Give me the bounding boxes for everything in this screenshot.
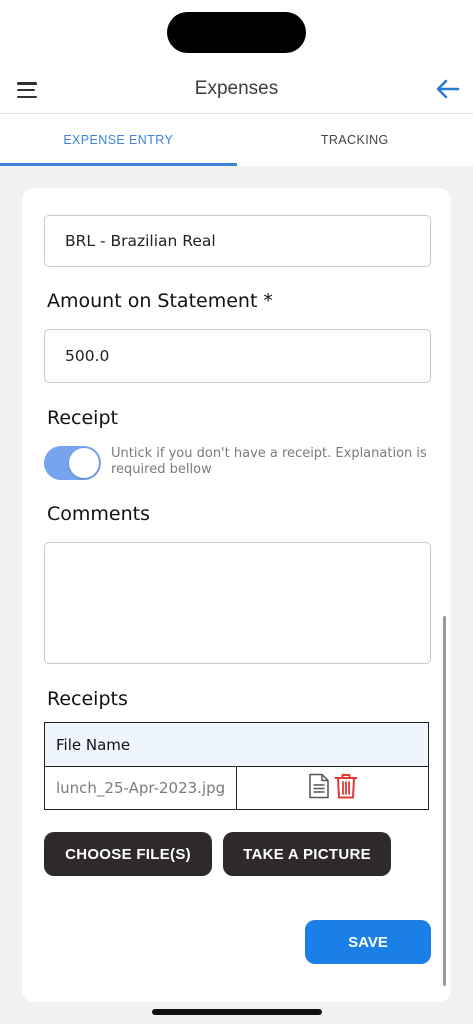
expense-form-card: BRL - Brazilian Real Amount on Statement… bbox=[22, 188, 451, 1002]
tab-bar: EXPENSE ENTRY TRACKING bbox=[0, 114, 473, 166]
receipt-label: Receipt bbox=[47, 407, 118, 429]
toggle-knob bbox=[69, 448, 99, 478]
tab-expense-entry[interactable]: EXPENSE ENTRY bbox=[0, 114, 237, 166]
comments-label: Comments bbox=[47, 503, 150, 525]
page-title: Expenses bbox=[194, 78, 279, 99]
receipts-label: Receipts bbox=[47, 688, 128, 710]
table-row: lunch_25-Apr-2023.jpg bbox=[45, 767, 428, 809]
trash-icon[interactable] bbox=[334, 773, 358, 804]
save-button[interactable]: SAVE bbox=[305, 920, 431, 964]
file-name-cell: lunch_25-Apr-2023.jpg bbox=[45, 767, 237, 809]
document-icon[interactable] bbox=[308, 773, 330, 804]
comments-textarea[interactable] bbox=[44, 542, 431, 664]
receipt-toggle[interactable] bbox=[44, 446, 101, 480]
amount-value: 500.0 bbox=[65, 347, 110, 365]
receipts-table: File Name lunch_25-Apr-2023.jpg bbox=[44, 722, 429, 810]
take-picture-button[interactable]: TAKE A PICTURE bbox=[223, 832, 391, 876]
home-indicator bbox=[152, 1009, 322, 1015]
tab-tracking[interactable]: TRACKING bbox=[237, 114, 473, 166]
dynamic-island bbox=[167, 12, 306, 53]
header-area: Expenses EXPENSE ENTRY TRACKING bbox=[0, 0, 473, 166]
scrollbar[interactable] bbox=[443, 616, 446, 986]
amount-label: Amount on Statement * bbox=[47, 290, 273, 312]
currency-value: BRL - Brazilian Real bbox=[65, 232, 216, 250]
app-bar: Expenses bbox=[0, 68, 473, 112]
file-actions-cell bbox=[237, 767, 428, 809]
choose-files-button[interactable]: CHOOSE FILE(S) bbox=[44, 832, 212, 876]
file-name-header: File Name bbox=[56, 735, 131, 754]
receipt-hint: Untick if you don't have a receipt. Expl… bbox=[111, 446, 427, 477]
amount-input[interactable]: 500.0 bbox=[44, 329, 431, 383]
back-arrow-icon[interactable] bbox=[435, 76, 461, 102]
table-header: File Name bbox=[45, 723, 428, 767]
currency-select[interactable]: BRL - Brazilian Real bbox=[44, 215, 431, 267]
